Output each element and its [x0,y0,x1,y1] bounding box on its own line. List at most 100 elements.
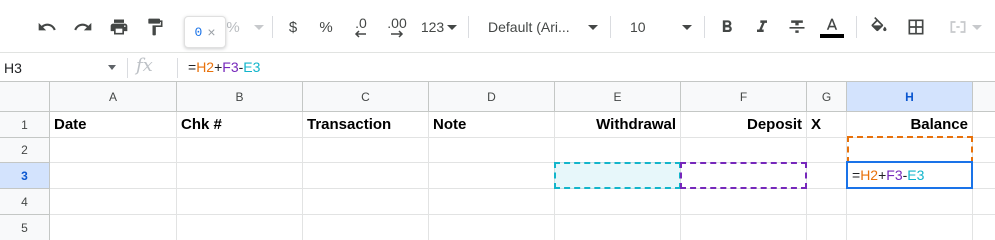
close-icon[interactable]: × [207,24,215,40]
cell-a5[interactable] [50,215,177,240]
cell-f1[interactable]: Deposit [681,112,807,138]
fx-icon: fx [136,55,153,76]
print-icon[interactable] [106,14,132,40]
formula-bar-divider [177,58,178,78]
cell-a2[interactable] [50,138,177,163]
decrease-decimal-button[interactable]: .0 [348,14,374,40]
cell-c5[interactable] [303,215,429,240]
cell-h4[interactable] [847,189,973,215]
name-box-value: H3 [4,59,22,76]
toolbar-divider [704,16,705,38]
row-header-2[interactable]: 2 [0,138,50,163]
row-header-4[interactable]: 4 [0,189,50,215]
cell-b4[interactable] [177,189,303,215]
merge-cells-icon [950,21,966,33]
column-header-f[interactable]: F [681,82,807,112]
cell-f3[interactable] [681,163,807,189]
cell-overflow [973,138,995,163]
increase-decimal-button[interactable]: .00 [382,14,412,40]
cell-e3[interactable] [555,163,681,189]
borders-icon[interactable] [903,14,929,40]
tooltip-value: 0 [194,24,203,40]
cell-a4[interactable] [50,189,177,215]
cell-b5[interactable] [177,215,303,240]
cell-f2[interactable] [681,138,807,163]
row-header-1[interactable]: 1 [0,112,50,138]
cell-d1[interactable]: Note [429,112,555,138]
font-family-select[interactable]: Default (Ari... [478,14,602,40]
value-tooltip-chip: 0 × [184,16,226,48]
cell-b3[interactable] [177,163,303,189]
font-family-value: Default (Ari... [488,19,570,35]
zoom-select[interactable]: % [222,14,268,40]
row-header-3[interactable]: 3 [0,163,50,189]
cell-e2[interactable] [555,138,681,163]
cell-e1[interactable]: Withdrawal [555,112,681,138]
cell-g1[interactable]: X [807,112,847,138]
toolbar-divider [272,16,273,38]
cell-h2[interactable] [847,138,973,163]
undo-icon[interactable] [34,14,60,40]
cell-c4[interactable] [303,189,429,215]
formula-plus: + [878,167,887,183]
cell-a3[interactable] [50,163,177,189]
fill-color-icon[interactable] [866,14,892,40]
cell-a1[interactable]: Date [50,112,177,138]
cell-g5[interactable] [807,215,847,240]
select-all-corner[interactable] [0,82,50,112]
chevron-down-icon [972,24,982,30]
formula-input[interactable]: =H2+F3-E3 [188,59,260,75]
cell-e5[interactable] [555,215,681,240]
cell-h1[interactable]: Balance [847,112,973,138]
column-header-overflow [973,82,995,112]
cell-h3-editor[interactable]: = H2 + F3- E3 [846,161,973,189]
row-header-5[interactable]: 5 [0,215,50,240]
cell-d5[interactable] [429,215,555,240]
name-box[interactable]: H3 [0,53,122,82]
cell-d2[interactable] [429,138,555,163]
column-header-c[interactable]: C [303,82,429,112]
cell-f4[interactable] [681,189,807,215]
toolbar-divider [468,16,469,38]
toolbar: % $ % .0 .00 123 Default (Ari... 10 [0,0,995,52]
formula-bar-divider [127,58,128,78]
column-header-a[interactable]: A [50,82,177,112]
cell-g2[interactable] [807,138,847,163]
decrease-decimal-label: .0 [355,15,367,31]
more-formats-label: 123 [420,19,445,35]
percent-label: % [319,18,333,36]
cell-e4[interactable] [555,189,681,215]
strikethrough-icon[interactable] [784,14,810,40]
formula-equals: = [852,167,861,183]
cell-c2[interactable] [303,138,429,163]
italic-icon[interactable] [749,14,775,40]
paint-format-icon[interactable] [142,14,168,40]
chevron-down-icon [253,24,264,30]
cell-c1[interactable]: Transaction [303,112,429,138]
cell-d3[interactable] [429,163,555,189]
bold-icon[interactable] [714,14,740,40]
column-header-b[interactable]: B [177,82,303,112]
column-header-d[interactable]: D [429,82,555,112]
column-header-g[interactable]: G [807,82,847,112]
cell-g4[interactable] [807,189,847,215]
merge-cells-button[interactable] [942,14,988,40]
cell-c3[interactable] [303,163,429,189]
cell-b1[interactable]: Chk # [177,112,303,138]
more-formats-button[interactable]: 123 [418,14,460,40]
cell-overflow [973,163,995,189]
text-color-icon[interactable] [818,14,846,40]
cell-d4[interactable] [429,189,555,215]
formula-ref-f3: F3 [886,167,903,183]
redo-icon[interactable] [70,14,96,40]
column-header-e[interactable]: E [555,82,681,112]
percent-button[interactable]: % [315,14,337,40]
column-header-h[interactable]: H [847,82,973,112]
font-size-select[interactable]: 10 [620,14,696,40]
cell-h5[interactable] [847,215,973,240]
cell-b2[interactable] [177,138,303,163]
zoom-partial-label: % [226,18,240,36]
cell-f5[interactable] [681,215,807,240]
currency-button[interactable]: $ [282,14,304,40]
cell-g3[interactable] [807,163,847,189]
